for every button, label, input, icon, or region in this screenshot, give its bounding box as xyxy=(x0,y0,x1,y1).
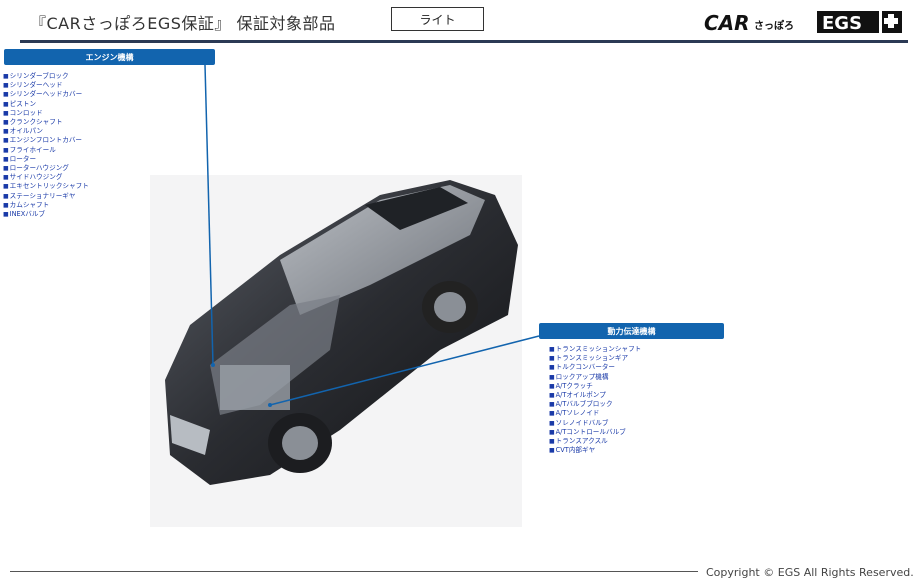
plan-label-box: ライト xyxy=(391,7,484,31)
engine-part-item: シリンダーブロック xyxy=(3,72,89,81)
transmission-part-item: A/Tオイルポンプ xyxy=(549,391,641,400)
transmission-part-item: トルクコンバーター xyxy=(549,363,641,372)
transmission-part-item: ソレノイドバルブ xyxy=(549,419,641,428)
engine-part-item: ピストン xyxy=(3,100,89,109)
transmission-part-item: トランスミッションシャフト xyxy=(549,345,642,354)
copyright-text: Copyright © EGS All Rights Reserved. xyxy=(706,566,914,579)
transmission-section-heading: 動力伝達機構 xyxy=(539,323,724,339)
car-cutaway-illustration xyxy=(150,175,522,527)
engine-part-item: オイルパン xyxy=(3,127,89,136)
header-divider xyxy=(20,40,908,43)
transmission-part-item: A/Tバルブブロック xyxy=(549,400,641,409)
transmission-part-item: A/Tソレノイド xyxy=(549,409,641,418)
car-sapporo-egs-logo: CAR さっぽろ EGS xyxy=(704,11,902,35)
engine-parts-list: シリンダーブロックシリンダーヘッドシリンダーヘッドカバーピストンコンロッドクラン… xyxy=(3,72,89,219)
engine-heading-text: エンジン機構 xyxy=(85,52,134,62)
engine-part-item: ローターハウジング xyxy=(3,164,89,173)
engine-part-item: ステーショナリーギヤ xyxy=(3,192,89,201)
engine-part-item: ローター xyxy=(3,155,89,164)
engine-section-heading: エンジン機構 xyxy=(4,49,215,65)
transmission-part-item: A/Tコントロールバルブ xyxy=(549,428,641,437)
svg-text:さっぽろ: さっぽろ xyxy=(754,19,794,32)
engine-part-item: INEXバルブ xyxy=(3,210,89,219)
transmission-part-item: CVT内部ギヤ xyxy=(549,446,641,455)
engine-part-item: カムシャフト xyxy=(3,201,89,210)
engine-part-item: コンロッド xyxy=(3,109,89,118)
svg-text:EGS: EGS xyxy=(822,13,862,34)
transmission-part-item: A/Tクラッチ xyxy=(549,382,641,391)
engine-part-item: エンジンフロントカバー xyxy=(3,136,89,145)
engine-part-item: クランクシャフト xyxy=(3,118,89,127)
engine-part-item: エキセントリックシャフト xyxy=(3,182,89,191)
footer-divider xyxy=(10,571,698,572)
transmission-heading-text: 動力伝達機構 xyxy=(607,326,656,336)
transmission-part-item: ロックアップ機構 xyxy=(549,373,641,382)
engine-part-item: フライホイール xyxy=(3,146,89,155)
plan-label: ライト xyxy=(419,12,456,27)
svg-text:CAR: CAR xyxy=(704,11,750,35)
engine-part-item: サイドハウジング xyxy=(3,173,89,182)
engine-part-item: シリンダーヘッドカバー xyxy=(3,90,89,99)
page-title: 『CARさっぽろEGS保証』 保証対象部品 xyxy=(30,14,336,33)
transmission-part-item: トランスアクスル xyxy=(549,437,641,446)
transmission-parts-list: トランスミッションシャフトトランスミッションギアトルクコンバーターロックアップ機… xyxy=(549,345,642,455)
